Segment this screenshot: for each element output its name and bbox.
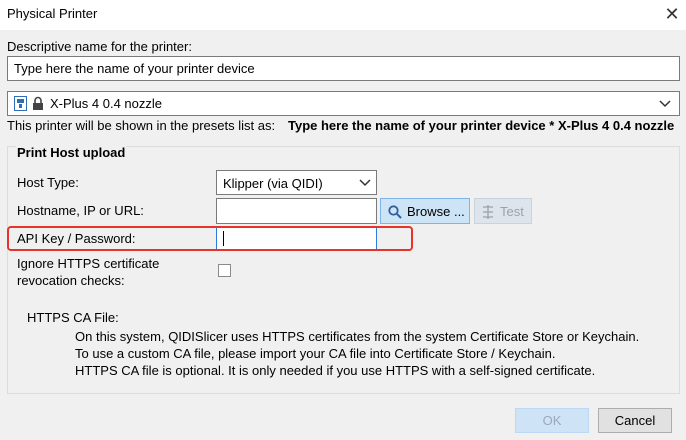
- printer-name-label: Descriptive name for the printer:: [7, 39, 192, 54]
- https-info-line-1: On this system, QIDISlicer uses HTTPS ce…: [75, 329, 640, 344]
- presets-list-value: Type here the name of your printer devic…: [288, 118, 675, 133]
- ignore-https-label-line-2: revocation checks:: [17, 273, 125, 288]
- close-icon[interactable]: ✕: [662, 2, 682, 26]
- presets-list-label: This printer will be shown in the preset…: [7, 118, 276, 133]
- test-icon: [483, 205, 493, 219]
- host-type-value: Klipper (via QIDI): [223, 176, 323, 191]
- printer-preset-icon: [14, 96, 27, 111]
- ignore-https-label-line-1: Ignore HTTPS certificate: [17, 256, 160, 271]
- printer-preset-value: X-Plus 4 0.4 nozzle: [50, 96, 163, 111]
- window-title: Physical Printer: [7, 6, 98, 21]
- browse-button-label: Browse ...: [407, 204, 465, 219]
- host-type-label: Host Type:: [17, 175, 79, 190]
- print-host-upload-title: Print Host upload: [16, 145, 127, 160]
- https-info-line-2: To use a custom CA file, please import y…: [75, 346, 556, 361]
- https-ca-label: HTTPS CA File:: [27, 310, 119, 325]
- cancel-button[interactable]: Cancel: [598, 408, 672, 433]
- https-info-text: On this system, QIDISlicer uses HTTPS ce…: [75, 328, 639, 379]
- browse-button[interactable]: Browse ...: [380, 198, 470, 224]
- title-bar: [0, 0, 686, 30]
- chevron-down-icon: [359, 179, 371, 187]
- printer-name-input[interactable]: [7, 56, 680, 81]
- printer-preset-dropdown[interactable]: X-Plus 4 0.4 nozzle: [7, 91, 680, 116]
- api-key-highlight: [7, 226, 413, 251]
- search-icon: [388, 205, 402, 219]
- https-info-line-3: HTTPS CA file is optional. It is only ne…: [75, 363, 596, 378]
- chevron-down-icon: [659, 100, 671, 108]
- test-button-label: Test: [500, 204, 524, 219]
- ok-button[interactable]: OK: [515, 408, 589, 433]
- hostname-label: Hostname, IP or URL:: [17, 203, 144, 218]
- hostname-input[interactable]: [216, 198, 377, 224]
- test-button[interactable]: Test: [474, 198, 532, 224]
- host-type-dropdown[interactable]: Klipper (via QIDI): [216, 170, 377, 195]
- lock-icon: [33, 96, 43, 110]
- ignore-https-checkbox[interactable]: [218, 264, 231, 277]
- ignore-https-label: Ignore HTTPS certificate revocation chec…: [17, 255, 159, 289]
